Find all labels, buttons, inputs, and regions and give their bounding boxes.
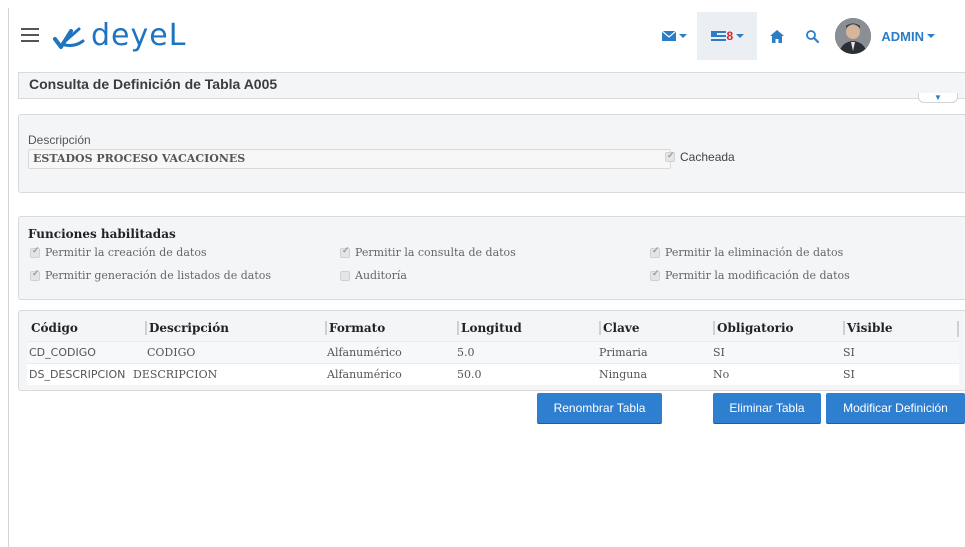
checkbox-icon — [340, 270, 350, 281]
column-divider — [957, 321, 959, 337]
cacheada-label: Cacheada — [680, 150, 735, 164]
cell-formato: Alfanumérico — [327, 346, 402, 359]
column-header-longitud[interactable]: Longitud — [457, 321, 522, 335]
checkbox-icon — [340, 246, 350, 258]
descripcion-label: Descripción — [28, 133, 91, 147]
auditoria-checkbox[interactable]: Auditoría — [340, 269, 407, 282]
checkbox-icon — [30, 269, 40, 281]
checkbox-icon — [665, 150, 675, 162]
column-header-clave[interactable]: Clave — [599, 321, 640, 335]
chevron-down-icon — [927, 34, 935, 38]
mail-menu[interactable] — [651, 12, 697, 60]
column-header-formato[interactable]: Formato — [325, 321, 385, 335]
mail-icon — [661, 31, 676, 41]
cell-formato: Alfanumérico — [327, 368, 402, 381]
arrow-down-icon: ▼ — [934, 93, 942, 102]
cell-visible: SI — [843, 346, 855, 359]
user-menu[interactable]: ADMIN — [827, 12, 965, 60]
functions-title: Funciones habilitadas — [28, 227, 176, 241]
avatar — [835, 18, 872, 54]
column-header-visible[interactable]: Visible — [843, 321, 893, 335]
cell-visible: SI — [843, 368, 855, 381]
checkbox-icon — [30, 246, 40, 258]
cell-clave: Primaria — [599, 346, 648, 359]
top-navbar: deyeL 8 ADMIN — [9, 8, 965, 68]
fields-table: Código Descripción Formato Longitud Clav… — [27, 319, 959, 385]
chevron-down-icon — [736, 34, 745, 38]
notification-badge: 8 — [726, 29, 734, 43]
checkbox-label: Permitir la consulta de datos — [355, 246, 516, 259]
checkbox-label: Permitir la modificación de datos — [665, 269, 850, 282]
checkbox-icon — [650, 269, 660, 281]
permitir-modificacion-checkbox[interactable]: Permitir la modificación de datos — [650, 269, 850, 282]
permitir-creacion-checkbox[interactable]: Permitir la creación de datos — [30, 246, 207, 259]
checkbox-icon — [650, 246, 660, 258]
checkbox-label: Permitir generación de listados de datos — [45, 269, 272, 282]
cell-codigo: DS_DESCRIPCION — [29, 368, 126, 381]
cacheada-checkbox[interactable]: Cacheada — [665, 150, 735, 164]
column-header-obligatorio[interactable]: Obligatorio — [713, 321, 794, 335]
cell-longitud: 5.0 — [457, 346, 475, 359]
permitir-listados-checkbox[interactable]: Permitir generación de listados de datos — [30, 269, 271, 282]
flag-icon — [710, 31, 726, 41]
page-left-border — [8, 8, 9, 547]
column-header-descripcion[interactable]: Descripción — [145, 321, 229, 335]
search-icon — [805, 29, 819, 43]
permitir-eliminacion-checkbox[interactable]: Permitir la eliminación de datos — [650, 246, 843, 259]
renombrar-tabla-button[interactable]: Renombrar Tabla — [537, 393, 662, 423]
cell-longitud: 50.0 — [457, 368, 482, 381]
logo-text: deyeL — [91, 18, 187, 53]
table-header: Código Descripción Formato Longitud Clav… — [27, 319, 959, 341]
menu-icon[interactable] — [21, 28, 39, 42]
cell-codigo: CD_CODIGO — [29, 346, 96, 359]
modificar-definicion-button[interactable]: Modificar Definición — [826, 393, 965, 423]
deyel-logo[interactable]: deyeL — [49, 19, 186, 53]
description-panel: Descripción ESTADOS PROCESO VACACIONES C… — [18, 114, 965, 193]
cell-descripcion: DESCRIPCION — [133, 368, 218, 381]
logo-mark-icon — [53, 27, 85, 49]
username: ADMIN — [881, 28, 924, 44]
column-header-codigo[interactable]: Código — [27, 321, 78, 335]
table-row[interactable]: DS_DESCRIPCION DESCRIPCION Alfanumérico … — [27, 363, 959, 385]
cell-obligatorio: No — [713, 368, 730, 381]
descripcion-field[interactable]: ESTADOS PROCESO VACACIONES — [28, 149, 671, 169]
table-row[interactable]: CD_CODIGO CODIGO Alfanumérico 5.0 Primar… — [27, 341, 959, 363]
collapse-toggle[interactable]: ▼ — [918, 93, 958, 103]
cell-clave: Ninguna — [599, 368, 647, 381]
checkbox-label: Auditoría — [355, 269, 407, 282]
fields-grid-panel: Código Descripción Formato Longitud Clav… — [18, 310, 965, 391]
chevron-down-icon — [678, 34, 687, 38]
page-header: Consulta de Definición de Tabla A005 — [18, 72, 965, 99]
navbar-actions: 8 ADMIN — [651, 8, 965, 64]
flag-menu[interactable]: 8 — [697, 12, 758, 60]
home-icon — [770, 29, 785, 43]
functions-panel: Funciones habilitadas Permitir la creaci… — [18, 216, 965, 300]
search-button[interactable] — [797, 12, 827, 60]
checkbox-label: Permitir la eliminación de datos — [665, 246, 844, 259]
home-button[interactable] — [757, 12, 797, 60]
cell-obligatorio: SI — [713, 346, 725, 359]
permitir-consulta-checkbox[interactable]: Permitir la consulta de datos — [340, 246, 516, 259]
checkbox-label: Permitir la creación de datos — [45, 246, 207, 259]
page-title: Consulta de Definición de Tabla A005 — [29, 76, 278, 92]
eliminar-tabla-button[interactable]: Eliminar Tabla — [713, 393, 821, 423]
cell-descripcion: CODIGO — [147, 346, 196, 359]
